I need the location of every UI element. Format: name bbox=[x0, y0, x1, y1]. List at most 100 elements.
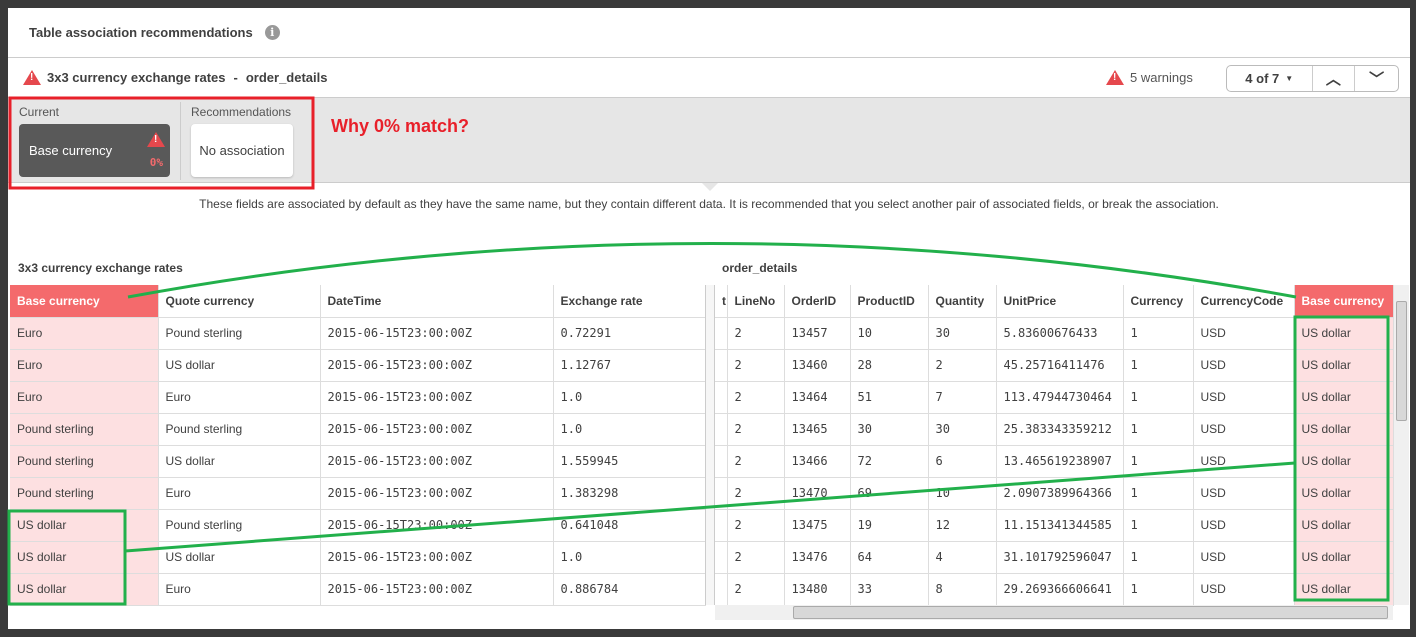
table-cell: US dollar bbox=[1294, 413, 1394, 446]
table-cell: US dollar bbox=[1294, 541, 1394, 574]
table-row: US dollar US dollar 2015-06-15T23:00:00Z 1.… bbox=[10, 541, 706, 574]
table-cell: 2015-06-15T23:00:00Z bbox=[320, 445, 554, 478]
column-header[interactable]: DateTime bbox=[320, 285, 554, 318]
column-header[interactable]: OrderID bbox=[784, 285, 851, 318]
next-button[interactable]: ﹀ bbox=[1355, 66, 1398, 91]
table-cell: 13465 bbox=[784, 413, 851, 446]
pointer-arrow bbox=[702, 183, 718, 191]
table-cell: 1 bbox=[1123, 509, 1194, 542]
table-cell bbox=[715, 445, 728, 478]
table-row: Pound sterling Pound sterling 2015-06-15T2… bbox=[10, 413, 706, 446]
info-icon[interactable]: i bbox=[264, 25, 280, 40]
table-cell: 25.383343359212 bbox=[996, 413, 1124, 446]
table-cell: 2 bbox=[727, 445, 785, 478]
table-cell: 1 bbox=[1123, 573, 1194, 606]
table-cell: 12 bbox=[928, 509, 997, 542]
table-cell: 2 bbox=[727, 573, 785, 606]
table-cell: 2015-06-15T23:00:00Z bbox=[320, 381, 554, 414]
table-cell: 2015-06-15T23:00:00Z bbox=[320, 541, 554, 574]
table-cell: 2 bbox=[727, 413, 785, 446]
table-cell: 2 bbox=[727, 349, 785, 382]
table-cell: 113.47944730464 bbox=[996, 381, 1124, 414]
table-cell: USD bbox=[1193, 573, 1295, 606]
column-header[interactable]: CurrencyCode bbox=[1193, 285, 1295, 318]
table-cell: 10 bbox=[928, 477, 997, 510]
column-header[interactable]: ProductID bbox=[850, 285, 929, 318]
table-cell: 2015-06-15T23:00:00Z bbox=[320, 413, 554, 446]
table-splitter[interactable] bbox=[705, 285, 715, 605]
association-header: 3x3 currency exchange rates - order_deta… bbox=[8, 58, 1410, 98]
right-table-name: order_details bbox=[245, 70, 328, 85]
table-cell: 1 bbox=[1123, 381, 1194, 414]
left-table-name: 3x3 currency exchange rates bbox=[47, 70, 226, 85]
table-cell: 13466 bbox=[784, 445, 851, 478]
table-cell: USD bbox=[1193, 509, 1295, 542]
table-cell: 30 bbox=[928, 413, 997, 446]
column-header[interactable]: Base currency bbox=[10, 285, 159, 318]
right-table-label: order_details bbox=[722, 261, 798, 275]
table-cell: 1 bbox=[1123, 541, 1194, 574]
table-cell: Pound sterling bbox=[158, 413, 321, 446]
vertical-scrollbar[interactable] bbox=[1393, 285, 1409, 605]
divider bbox=[180, 102, 181, 180]
right-data-table: t LineNo OrderID ProductID Quantity UnitPrice… bbox=[715, 285, 1394, 606]
table-cell: 28 bbox=[850, 349, 929, 382]
warnings-count[interactable]: 5 warnings bbox=[1106, 70, 1193, 85]
table-row: 2 13464 51 7 113.47944730464 1 USD US dollar bbox=[715, 381, 1394, 414]
no-association-card[interactable]: No association bbox=[191, 124, 293, 177]
table-cell: 31.101792596047 bbox=[996, 541, 1124, 574]
table-cell: 1 bbox=[1123, 317, 1194, 350]
table-cell: Pound sterling bbox=[10, 413, 159, 446]
table-cell: 1 bbox=[1123, 349, 1194, 382]
recommendations-label: Recommendations bbox=[191, 105, 292, 119]
vertical-scroll-thumb[interactable] bbox=[1396, 301, 1407, 421]
left-table-label: 3x3 currency exchange rates bbox=[18, 261, 183, 275]
table-cell: US dollar bbox=[1294, 477, 1394, 510]
table-cell: 1 bbox=[1123, 413, 1194, 446]
column-header[interactable]: Quantity bbox=[928, 285, 997, 318]
table-cell: Pound sterling bbox=[158, 317, 321, 350]
column-header[interactable]: Quote currency bbox=[158, 285, 321, 318]
horizontal-scroll-thumb[interactable] bbox=[793, 606, 1388, 619]
warnings-label: 5 warnings bbox=[1130, 70, 1193, 85]
previous-button[interactable]: ︿ bbox=[1313, 66, 1356, 91]
column-header[interactable]: UnitPrice bbox=[996, 285, 1124, 318]
table-cell: 30 bbox=[850, 413, 929, 446]
table-row: 2 13457 10 30 5.83600676433 1 USD US dollar bbox=[715, 317, 1394, 350]
column-header[interactable]: Currency bbox=[1123, 285, 1194, 318]
warning-icon bbox=[147, 132, 165, 147]
table-cell: 1.0 bbox=[553, 413, 706, 446]
column-header[interactable]: Exchange rate bbox=[553, 285, 706, 318]
table-cell: 6 bbox=[928, 445, 997, 478]
table-cell: US dollar bbox=[10, 509, 159, 542]
table-cell: Euro bbox=[10, 381, 159, 414]
table-cell: 1 bbox=[1123, 445, 1194, 478]
table-cell: Pound sterling bbox=[10, 477, 159, 510]
current-association-card[interactable]: Base currency 0% bbox=[19, 124, 170, 177]
pager-dropdown[interactable]: 4 of 7 ▼ bbox=[1227, 66, 1313, 91]
horizontal-scrollbar[interactable] bbox=[715, 605, 1393, 620]
warning-icon bbox=[23, 70, 41, 85]
header-row: Base currency Quote currency DateTime Excha… bbox=[10, 285, 706, 318]
table-cell: 51 bbox=[850, 381, 929, 414]
dialog-title: Table association recommendations bbox=[29, 25, 253, 40]
table-cell bbox=[715, 413, 728, 446]
column-header[interactable]: Base currency bbox=[1294, 285, 1394, 318]
table-cell: 45.25716411476 bbox=[996, 349, 1124, 382]
pager: 4 of 7 ▼ ︿ ﹀ bbox=[1226, 65, 1399, 92]
table-cell: 7 bbox=[928, 381, 997, 414]
table-cell: US dollar bbox=[10, 573, 159, 606]
table-cell: 2 bbox=[727, 317, 785, 350]
association-dialog: Table association recommendations i 3x3 … bbox=[8, 8, 1410, 629]
table-cell: 2 bbox=[727, 381, 785, 414]
table-cell: 30 bbox=[928, 317, 997, 350]
table-cell: 8 bbox=[928, 573, 997, 606]
table-cell: 2 bbox=[727, 541, 785, 574]
table-cell: 1.0 bbox=[553, 381, 706, 414]
current-label: Current bbox=[19, 105, 60, 119]
column-header[interactable]: t bbox=[715, 285, 728, 318]
column-header[interactable]: LineNo bbox=[727, 285, 785, 318]
table-cell: 2 bbox=[928, 349, 997, 382]
table-row: US dollar Pound sterling 2015-06-15T23:00:… bbox=[10, 509, 706, 542]
table-cell bbox=[715, 573, 728, 606]
